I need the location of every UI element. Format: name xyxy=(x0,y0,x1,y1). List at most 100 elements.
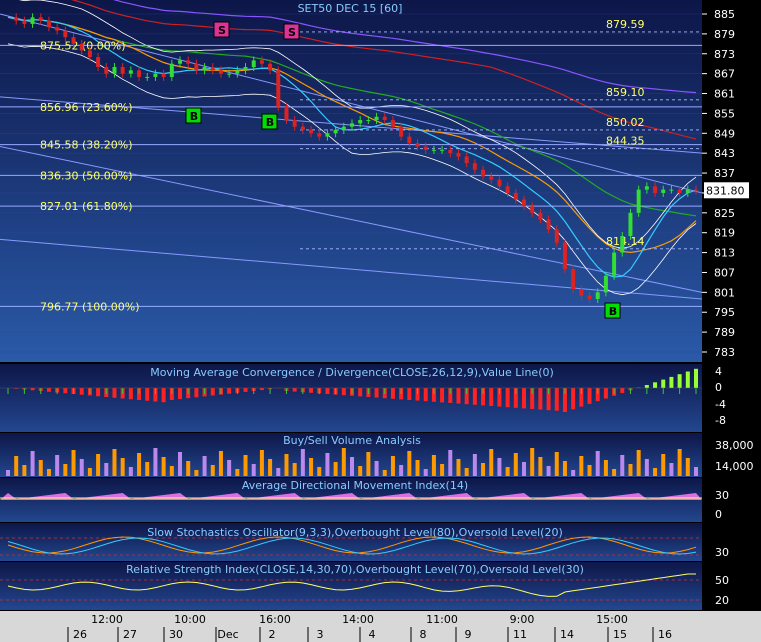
volume-bar xyxy=(472,454,477,476)
candle-body xyxy=(685,189,690,193)
signal-label: S xyxy=(218,24,226,37)
price-tick: 813 xyxy=(714,247,735,260)
candle-body xyxy=(227,73,232,75)
volume-bar xyxy=(22,465,27,476)
candle-body xyxy=(112,67,117,74)
candle-body xyxy=(120,67,125,74)
candle-body xyxy=(145,76,150,78)
chart-window: 875.52 (0.00%) 856.96 (23.60%) 845.58 (38.… xyxy=(0,0,761,642)
volume-tick: 14,000 xyxy=(715,460,754,473)
macd-bar xyxy=(554,388,559,411)
macd-bar xyxy=(677,374,682,388)
volume-bar xyxy=(300,449,305,476)
candle-body xyxy=(513,192,518,200)
macd-bar xyxy=(112,388,117,398)
macd-bar xyxy=(79,388,84,395)
date-tick: 16 xyxy=(658,628,672,641)
volume-bar xyxy=(481,463,486,476)
volume-bar xyxy=(112,449,117,476)
candle-body xyxy=(202,67,207,71)
volume-bar xyxy=(63,464,68,476)
macd-bar xyxy=(128,388,133,400)
candle-body xyxy=(530,206,535,213)
fib-label: 827.01 (61.80%) xyxy=(40,200,133,213)
candle-body xyxy=(489,176,494,180)
macd-title: Moving Average Convergence / Divergence(… xyxy=(150,366,554,379)
volume-bar xyxy=(505,467,510,476)
time-tick: 15:00 xyxy=(596,613,628,626)
adx-title: Average Directional Movement Index(14) xyxy=(242,479,468,492)
volume-bar xyxy=(128,467,133,476)
candle-body xyxy=(497,179,502,187)
candle-body xyxy=(579,289,584,296)
candle-body xyxy=(341,126,346,130)
volume-bar xyxy=(464,468,469,476)
volume-bar xyxy=(309,458,314,476)
candle-body xyxy=(276,70,281,107)
candle-body xyxy=(407,136,412,144)
candle-body xyxy=(317,133,322,137)
macd-bar xyxy=(661,379,666,388)
macd-bar xyxy=(694,368,698,388)
candle-body xyxy=(390,120,395,127)
candle-body xyxy=(472,163,477,170)
volume-bar xyxy=(448,450,453,476)
candle-body xyxy=(63,30,68,38)
date-tick: 30 xyxy=(169,628,183,641)
price-tick: 819 xyxy=(714,227,735,240)
price-tick: 885 xyxy=(714,8,735,21)
volume-bar xyxy=(571,470,576,476)
candle-body xyxy=(669,189,674,191)
candle-body xyxy=(505,186,510,193)
volume-bar xyxy=(374,461,379,476)
volume-bar xyxy=(612,469,617,476)
macd-bar xyxy=(489,388,494,406)
price-tick: 861 xyxy=(714,88,735,101)
volume-bar xyxy=(341,448,346,476)
candle-body xyxy=(292,120,297,127)
price-tick: 807 xyxy=(714,266,735,279)
volume-bar xyxy=(178,452,182,476)
candle-body xyxy=(235,70,240,74)
volume-bar xyxy=(522,462,526,476)
candle-body xyxy=(382,116,387,121)
candle-body xyxy=(440,149,445,151)
candle-body xyxy=(456,153,461,157)
candle-body xyxy=(620,236,625,253)
candle-body xyxy=(30,17,35,24)
volume-bar xyxy=(30,451,35,476)
macd-bar xyxy=(145,388,150,401)
price-tick: 789 xyxy=(714,326,735,339)
last-price: 831.80 xyxy=(706,184,745,197)
candle-body xyxy=(612,252,617,276)
volume-bar xyxy=(595,451,600,476)
macd-bar xyxy=(472,388,477,405)
volume-bar xyxy=(284,454,289,476)
time-tick: 12:00 xyxy=(91,613,123,626)
volume-tick: 38,000 xyxy=(715,439,754,452)
stoch-tick: 30 xyxy=(715,546,729,559)
candle-body xyxy=(137,70,142,77)
volume-bar xyxy=(87,468,92,476)
volume-bar xyxy=(104,463,109,476)
macd-bar xyxy=(194,388,199,398)
macd-bar xyxy=(309,388,314,393)
date-tick: 26 xyxy=(73,628,87,641)
candle-body xyxy=(571,269,576,290)
candle-body xyxy=(546,219,551,230)
candle-body xyxy=(218,70,223,74)
volume-bar xyxy=(628,464,633,476)
rsi-tick: 50 xyxy=(715,574,729,587)
macd-bar xyxy=(46,388,51,392)
signal-label: B xyxy=(266,116,274,129)
price-annotation: 814.14 xyxy=(606,235,645,248)
fib-label: 796.77 (100.00%) xyxy=(40,300,140,313)
volume-bar xyxy=(423,469,428,476)
candle-body xyxy=(55,27,60,31)
macd-bar xyxy=(30,388,35,391)
volume-bar xyxy=(587,465,592,476)
adx-tick: 30 xyxy=(715,489,729,502)
candle-body xyxy=(562,242,567,270)
volume-bar xyxy=(456,459,461,476)
fib-label: 845.58 (38.20%) xyxy=(40,139,133,152)
